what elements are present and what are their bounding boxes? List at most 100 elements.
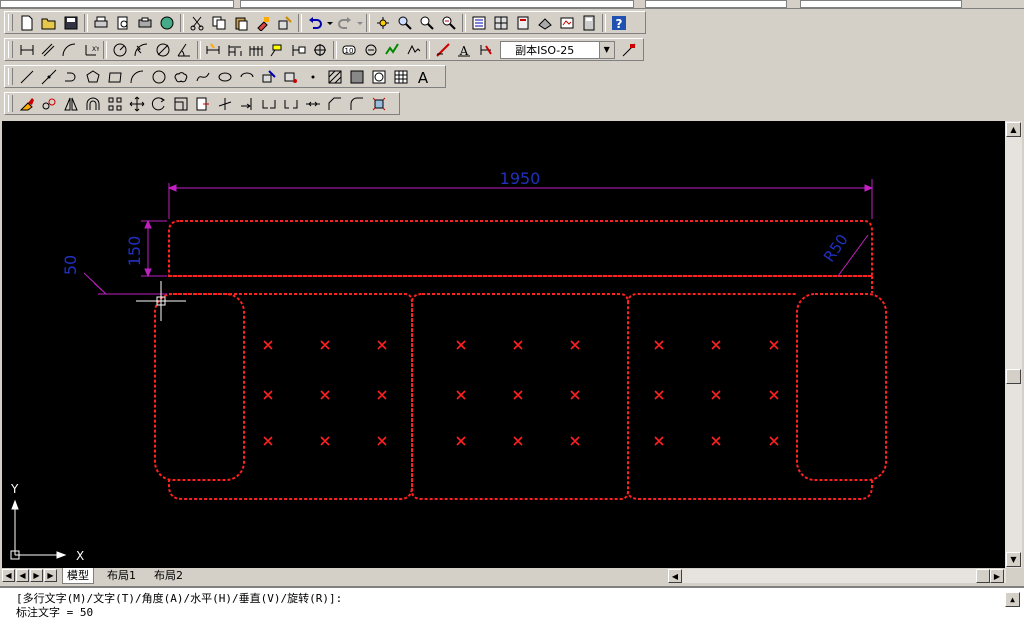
quick-dimension-icon[interactable] bbox=[203, 40, 224, 60]
revision-cloud-icon[interactable] bbox=[170, 67, 192, 87]
toolbar-grip[interactable] bbox=[8, 41, 13, 58]
dimension-style-combo[interactable]: 副本ISO-25 ▼ bbox=[500, 40, 615, 59]
rotate-icon[interactable] bbox=[148, 94, 170, 114]
arc-icon[interactable] bbox=[126, 67, 148, 87]
drawing-canvas[interactable]: 1950 150 50 R50 X Y bbox=[2, 121, 1005, 568]
insert-block-icon[interactable] bbox=[258, 67, 280, 87]
ellipse-icon[interactable] bbox=[214, 67, 236, 87]
scroll-right-arrow-icon[interactable]: ▶ bbox=[990, 569, 1004, 583]
cut-icon[interactable] bbox=[186, 13, 208, 33]
angular-dimension-icon[interactable] bbox=[173, 40, 194, 60]
copy-object-icon[interactable] bbox=[38, 94, 60, 114]
copy-icon[interactable] bbox=[208, 13, 230, 33]
array-icon[interactable] bbox=[104, 94, 126, 114]
inspect-icon[interactable]: 10 bbox=[339, 40, 360, 60]
publish-icon[interactable] bbox=[134, 13, 156, 33]
zoom-previous-icon[interactable] bbox=[438, 13, 460, 33]
dimension-text-edit-icon[interactable] bbox=[403, 40, 424, 60]
continue-dimension-icon[interactable] bbox=[245, 40, 266, 60]
jogged-dimension-icon[interactable] bbox=[131, 40, 152, 60]
circle-icon[interactable] bbox=[148, 67, 170, 87]
ellipse-arc-icon[interactable] bbox=[236, 67, 258, 87]
save-icon[interactable] bbox=[60, 13, 82, 33]
spline-icon[interactable] bbox=[192, 67, 214, 87]
ordinate-dimension-icon[interactable]: XY bbox=[80, 40, 101, 60]
new-file-icon[interactable] bbox=[16, 13, 38, 33]
erase-icon[interactable] bbox=[16, 94, 38, 114]
table-icon[interactable] bbox=[390, 67, 412, 87]
layer-combo-top[interactable] bbox=[0, 0, 234, 8]
dimension-style-manager-icon[interactable] bbox=[619, 40, 640, 60]
quickcalc-icon[interactable] bbox=[578, 13, 600, 33]
tolerance-icon[interactable] bbox=[288, 40, 309, 60]
toolbar-grip[interactable] bbox=[8, 68, 13, 85]
rectangle-icon[interactable] bbox=[104, 67, 126, 87]
toolbar-grip[interactable] bbox=[8, 95, 13, 112]
design-center-icon[interactable] bbox=[490, 13, 512, 33]
linear-dimension-icon[interactable] bbox=[16, 40, 37, 60]
scale-icon[interactable] bbox=[170, 94, 192, 114]
fillet-icon[interactable] bbox=[346, 94, 368, 114]
line-icon[interactable] bbox=[16, 67, 38, 87]
offset-icon[interactable] bbox=[82, 94, 104, 114]
radius-dimension-icon[interactable] bbox=[109, 40, 130, 60]
tab-layout1[interactable]: 布局1 bbox=[103, 568, 140, 583]
dimension-update-icon[interactable] bbox=[432, 40, 453, 60]
paste-icon[interactable] bbox=[230, 13, 252, 33]
scroll-down-arrow-icon[interactable]: ▼ bbox=[1006, 552, 1021, 567]
markup-set-icon[interactable] bbox=[556, 13, 578, 33]
hatch-icon[interactable] bbox=[324, 67, 346, 87]
properties-icon[interactable] bbox=[468, 13, 490, 33]
pan-realtime-icon[interactable] bbox=[372, 13, 394, 33]
dimension-style-icon[interactable] bbox=[475, 40, 496, 60]
explode-icon[interactable] bbox=[368, 94, 390, 114]
match-properties-icon[interactable] bbox=[252, 13, 274, 33]
web-publish-icon[interactable] bbox=[156, 13, 178, 33]
break-icon[interactable] bbox=[280, 94, 302, 114]
mirror-icon[interactable] bbox=[60, 94, 82, 114]
multiline-text-icon[interactable]: A bbox=[412, 67, 434, 87]
undo-dropdown-icon[interactable] bbox=[326, 13, 334, 33]
tab-next-icon[interactable]: ▶ bbox=[30, 569, 43, 582]
command-line-window[interactable]: [多行文字(M)/文字(T)/角度(A)/水平(H)/垂直(V)/旋转(R)]:… bbox=[0, 586, 1024, 642]
extend-icon[interactable] bbox=[236, 94, 258, 114]
print-preview-icon[interactable] bbox=[112, 13, 134, 33]
sheet-set-icon[interactable] bbox=[534, 13, 556, 33]
move-icon[interactable] bbox=[126, 94, 148, 114]
gradient-icon[interactable] bbox=[346, 67, 368, 87]
make-block-icon[interactable] bbox=[280, 67, 302, 87]
jogged-linear-icon[interactable] bbox=[360, 40, 381, 60]
scroll-left-arrow-icon[interactable]: ◀ bbox=[668, 569, 682, 583]
scroll-thumb[interactable] bbox=[1006, 369, 1021, 384]
center-mark-icon[interactable] bbox=[309, 40, 330, 60]
redo-dropdown-icon[interactable] bbox=[356, 13, 364, 33]
print-icon[interactable] bbox=[90, 13, 112, 33]
baseline-dimension-icon[interactable] bbox=[224, 40, 245, 60]
horizontal-scrollbar[interactable]: ◀ ▶ bbox=[668, 569, 1006, 583]
linetype-combo-top[interactable] bbox=[240, 0, 634, 8]
tab-layout2[interactable]: 布局2 bbox=[150, 568, 187, 583]
stretch-icon[interactable] bbox=[192, 94, 214, 114]
plotstyle-combo-top[interactable] bbox=[800, 0, 962, 8]
dimension-edit-icon[interactable] bbox=[381, 40, 402, 60]
zoom-window-icon[interactable] bbox=[416, 13, 438, 33]
help-icon[interactable]: ? bbox=[608, 13, 630, 33]
command-scroll-up-icon[interactable]: ▲ bbox=[1005, 592, 1020, 607]
undo-icon[interactable] bbox=[304, 13, 326, 33]
chevron-down-icon[interactable]: ▼ bbox=[598, 41, 614, 58]
polygon-icon[interactable] bbox=[82, 67, 104, 87]
scroll-thumb-horizontal[interactable] bbox=[976, 569, 990, 583]
construction-line-icon[interactable] bbox=[38, 67, 60, 87]
toolbar-grip[interactable] bbox=[8, 14, 13, 31]
join-icon[interactable] bbox=[302, 94, 324, 114]
polyline-icon[interactable] bbox=[60, 67, 82, 87]
tool-palettes-icon[interactable] bbox=[512, 13, 534, 33]
redo-icon[interactable] bbox=[334, 13, 356, 33]
aligned-dimension-icon[interactable] bbox=[37, 40, 58, 60]
zoom-realtime-icon[interactable] bbox=[394, 13, 416, 33]
break-at-point-icon[interactable] bbox=[258, 94, 280, 114]
chamfer-icon[interactable] bbox=[324, 94, 346, 114]
tab-prev-icon[interactable]: ◀ bbox=[16, 569, 29, 582]
tab-model[interactable]: 模型 bbox=[62, 568, 94, 584]
quick-leader-icon[interactable] bbox=[267, 40, 288, 60]
